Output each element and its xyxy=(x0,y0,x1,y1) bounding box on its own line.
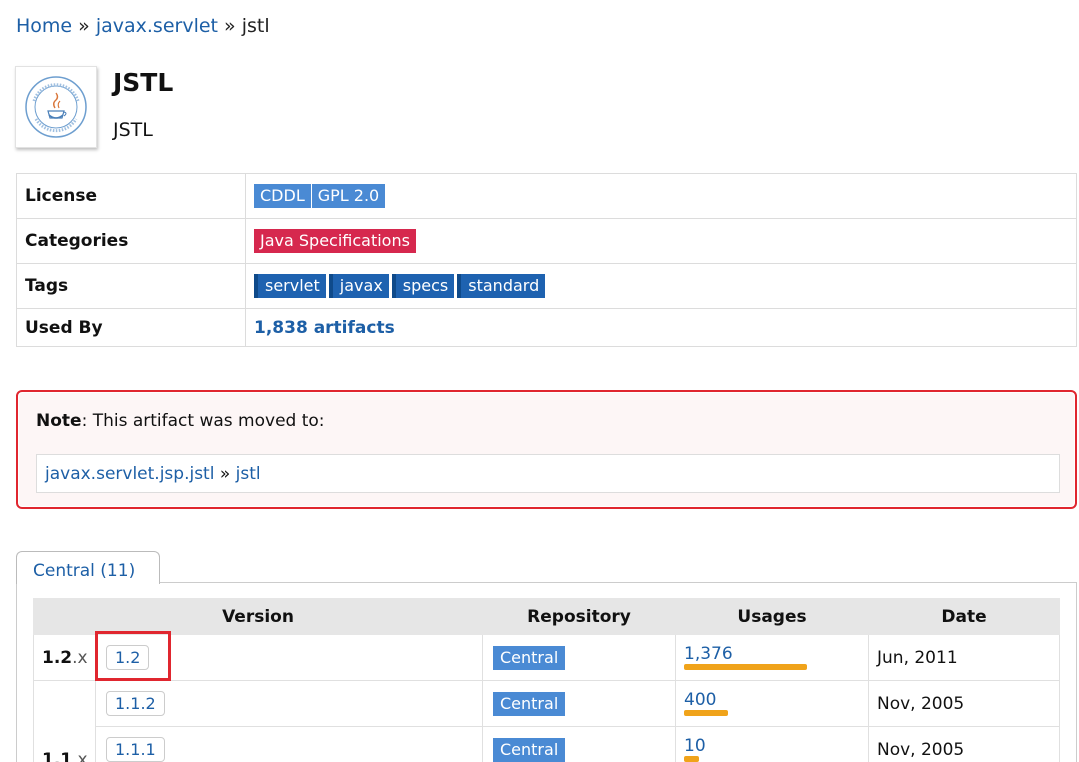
artifact-info-table: License CDDL GPL 2.0 Categories Java Spec… xyxy=(16,173,1077,347)
date-cell: Nov, 2005 xyxy=(868,680,1060,727)
tag-badge-specs[interactable]: specs xyxy=(391,274,455,298)
license-values: CDDL GPL 2.0 xyxy=(245,173,1077,219)
usages-cell: 400 xyxy=(675,680,869,727)
used-by-row: Used By 1,838 artifacts xyxy=(16,308,1077,347)
usages-link[interactable]: 1,376 xyxy=(684,645,868,663)
breadcrumb-separator: » xyxy=(78,15,90,37)
version-cell: 1.1.1 xyxy=(95,726,483,762)
table-row: 1.1.x 1.1.2 Central 400 Nov, 2005 xyxy=(33,680,1060,762)
note-message: : This artifact was moved to: xyxy=(81,411,325,431)
version-group-number: 1.2 xyxy=(42,647,73,668)
artifact-subtitle: JSTL xyxy=(113,119,153,141)
table-row: 1.1.1 Central 10 Nov, 2005 xyxy=(34,726,1060,762)
moved-note-background: Note: This artifact was moved to: javax.… xyxy=(19,393,1074,506)
version-link[interactable]: 1.1.2 xyxy=(106,691,165,716)
used-by-values: 1,838 artifacts xyxy=(245,308,1077,347)
license-row: License CDDL GPL 2.0 xyxy=(16,173,1077,219)
moved-note-box: Note: This artifact was moved to: javax.… xyxy=(16,390,1077,509)
breadcrumb-separator: » xyxy=(224,15,236,37)
usage-bar xyxy=(684,710,728,716)
tag-badge-standard[interactable]: standard xyxy=(457,274,546,298)
date-cell: Jun, 2011 xyxy=(868,634,1060,681)
version-highlight-box xyxy=(95,631,171,681)
moved-artifact-link[interactable]: jstl xyxy=(236,464,261,484)
tags-row: Tags servlet javax specs standard xyxy=(16,263,1077,309)
repository-cell: Central xyxy=(482,680,676,727)
license-badge-cddl[interactable]: CDDL xyxy=(254,184,311,208)
tag-badge-servlet[interactable]: servlet xyxy=(254,274,326,298)
tab-central[interactable]: Central (11) xyxy=(16,551,160,584)
used-by-label: Used By xyxy=(16,308,246,347)
version-group-suffix: .x xyxy=(72,750,88,762)
breadcrumb-group-link[interactable]: javax.servlet xyxy=(96,15,218,37)
license-badge-gpl[interactable]: GPL 2.0 xyxy=(311,184,386,208)
note-label: Note xyxy=(36,411,82,431)
artifact-logo xyxy=(15,66,97,148)
tag-badge-javax[interactable]: javax xyxy=(328,274,389,298)
repository-badge[interactable]: Central xyxy=(493,645,566,670)
repository-cell: Central xyxy=(482,726,676,762)
version-group: 1.2.x xyxy=(33,634,96,681)
used-by-link[interactable]: 1,838 artifacts xyxy=(254,318,395,338)
category-badge-java-specifications[interactable]: Java Specifications xyxy=(254,229,416,253)
version-group-number: 1.1 xyxy=(42,750,73,762)
moved-separator: » xyxy=(219,464,231,484)
moved-note-text: Note: This artifact was moved to: xyxy=(36,411,325,431)
java-community-process-logo-icon xyxy=(25,76,87,138)
repository-badge[interactable]: Central xyxy=(493,737,566,762)
versions-header-row: Version Repository Usages Date xyxy=(33,598,1060,635)
versions-table: Version Repository Usages Date 1.2.x 1.2… xyxy=(33,598,1060,762)
license-label: License xyxy=(16,173,246,219)
repository-cell: Central xyxy=(482,634,676,681)
moved-group-link[interactable]: javax.servlet.jsp.jstl xyxy=(45,464,214,484)
categories-row: Categories Java Specifications xyxy=(16,218,1077,264)
usage-bar xyxy=(684,756,699,762)
version-link[interactable]: 1.1.1 xyxy=(106,737,165,762)
breadcrumb-home-link[interactable]: Home xyxy=(16,15,72,37)
header-version[interactable]: Version xyxy=(33,598,483,635)
artifact-title: JSTL xyxy=(113,68,174,97)
categories-label: Categories xyxy=(16,218,246,264)
date-cell: Nov, 2005 xyxy=(868,726,1060,762)
version-group: 1.1.x xyxy=(33,680,96,762)
version-cell: 1.1.2 xyxy=(95,680,483,727)
table-row: 1.2.x 1.2 Central 1,376 Jun, 2011 xyxy=(33,634,1060,681)
breadcrumb-current: jstl xyxy=(241,15,270,37)
usages-link[interactable]: 10 xyxy=(684,737,868,755)
header-usages[interactable]: Usages xyxy=(675,598,869,635)
categories-values: Java Specifications xyxy=(245,218,1077,264)
repository-badge[interactable]: Central xyxy=(493,691,566,716)
tags-label: Tags xyxy=(16,263,246,309)
moved-target-breadcrumb: javax.servlet.jsp.jstl » jstl xyxy=(36,454,1060,493)
version-group-suffix: .x xyxy=(72,647,88,668)
usages-link[interactable]: 400 xyxy=(684,691,868,709)
usages-cell: 10 xyxy=(675,726,869,762)
tags-values: servlet javax specs standard xyxy=(245,263,1077,309)
header-repository[interactable]: Repository xyxy=(482,598,676,635)
usages-cell: 1,376 xyxy=(675,634,869,681)
usage-bar xyxy=(684,664,807,670)
header-date[interactable]: Date xyxy=(868,598,1060,635)
breadcrumb: Home » javax.servlet » jstl xyxy=(16,13,270,39)
